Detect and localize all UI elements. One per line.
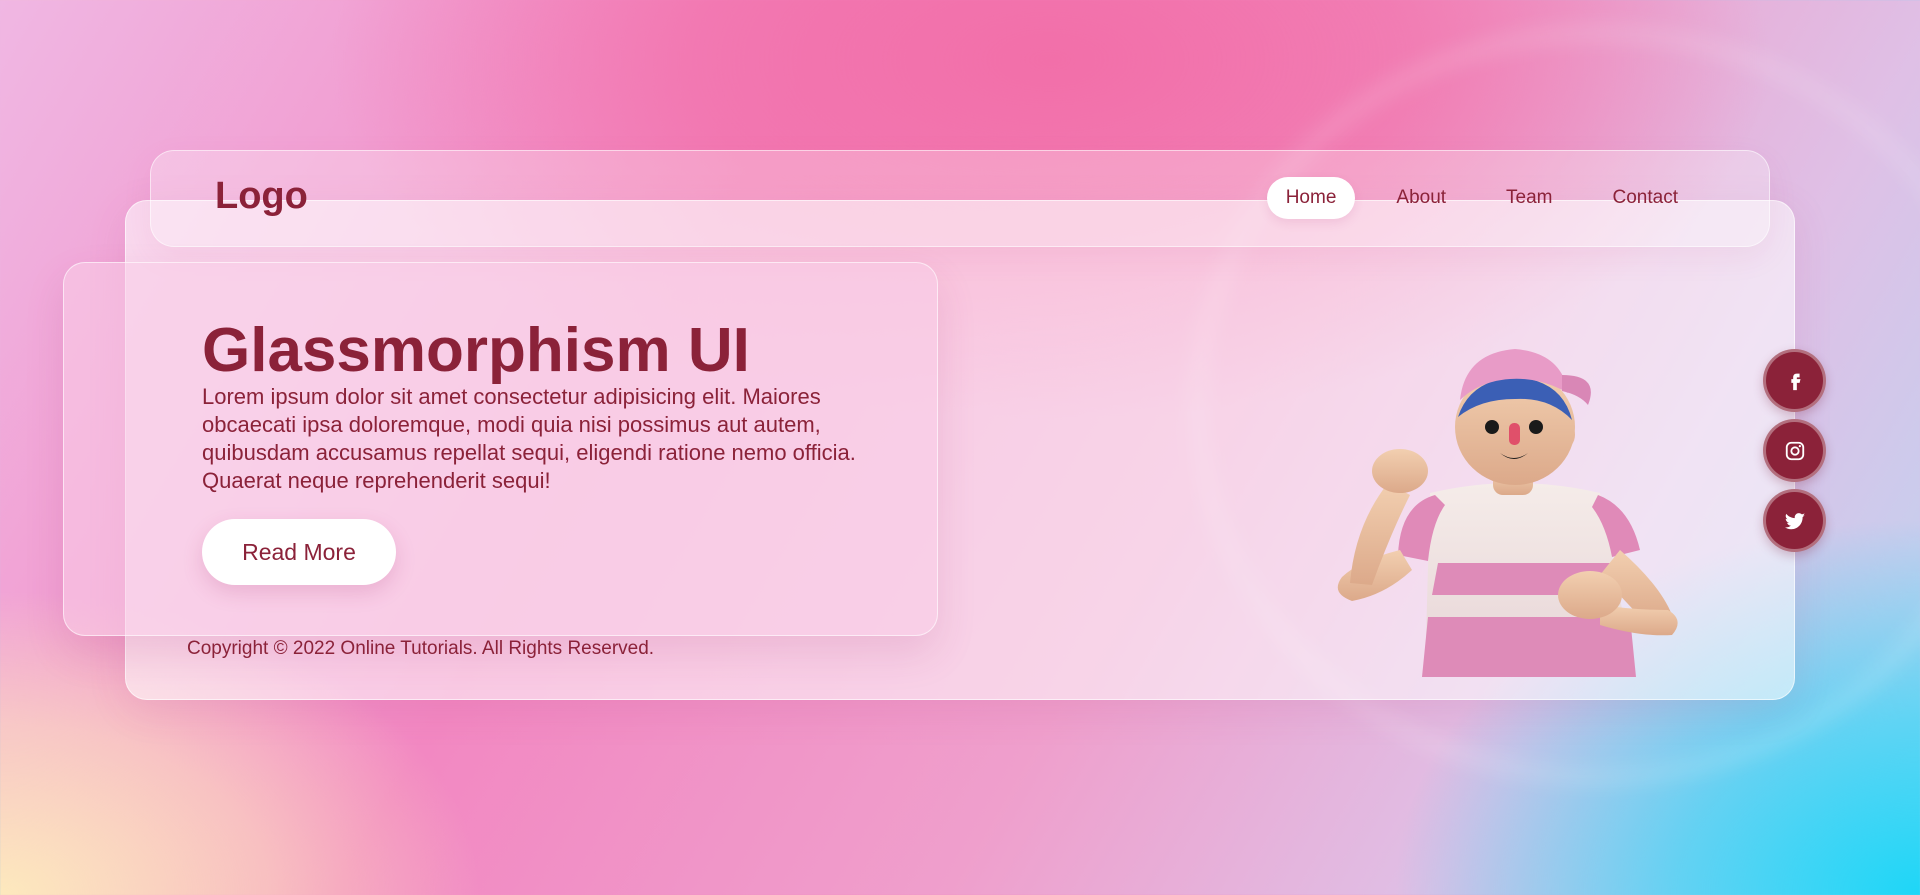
character-illustration: [1300, 345, 1730, 680]
hero-title: Glassmorphism UI: [202, 316, 750, 385]
twitter-icon: [1784, 512, 1805, 529]
social-links: [1763, 349, 1826, 552]
nav-item-team[interactable]: Team: [1487, 177, 1571, 219]
nav-item-about[interactable]: About: [1377, 177, 1465, 219]
hero-description: Lorem ipsum dolor sit amet consectetur a…: [202, 384, 856, 493]
facebook-icon: [1790, 373, 1800, 390]
twitter-button[interactable]: [1763, 489, 1826, 552]
nav-item-home[interactable]: Home: [1266, 177, 1356, 219]
nav-item-contact[interactable]: Contact: [1594, 177, 1697, 219]
instagram-icon: [1785, 441, 1804, 460]
facebook-button[interactable]: [1763, 349, 1826, 412]
instagram-button[interactable]: [1763, 419, 1826, 482]
nav-menu: Home About Team Contact: [1266, 177, 1697, 219]
hero-glass-card: Glassmorphism UI Lorem ipsum dolor sit a…: [63, 262, 938, 636]
navbar: Logo Home About Team Contact: [150, 150, 1770, 247]
copyright-text: Copyright © 2022 Online Tutorials. All R…: [187, 638, 655, 659]
logo[interactable]: Logo: [215, 175, 308, 218]
read-more-button[interactable]: Read More: [202, 519, 396, 585]
